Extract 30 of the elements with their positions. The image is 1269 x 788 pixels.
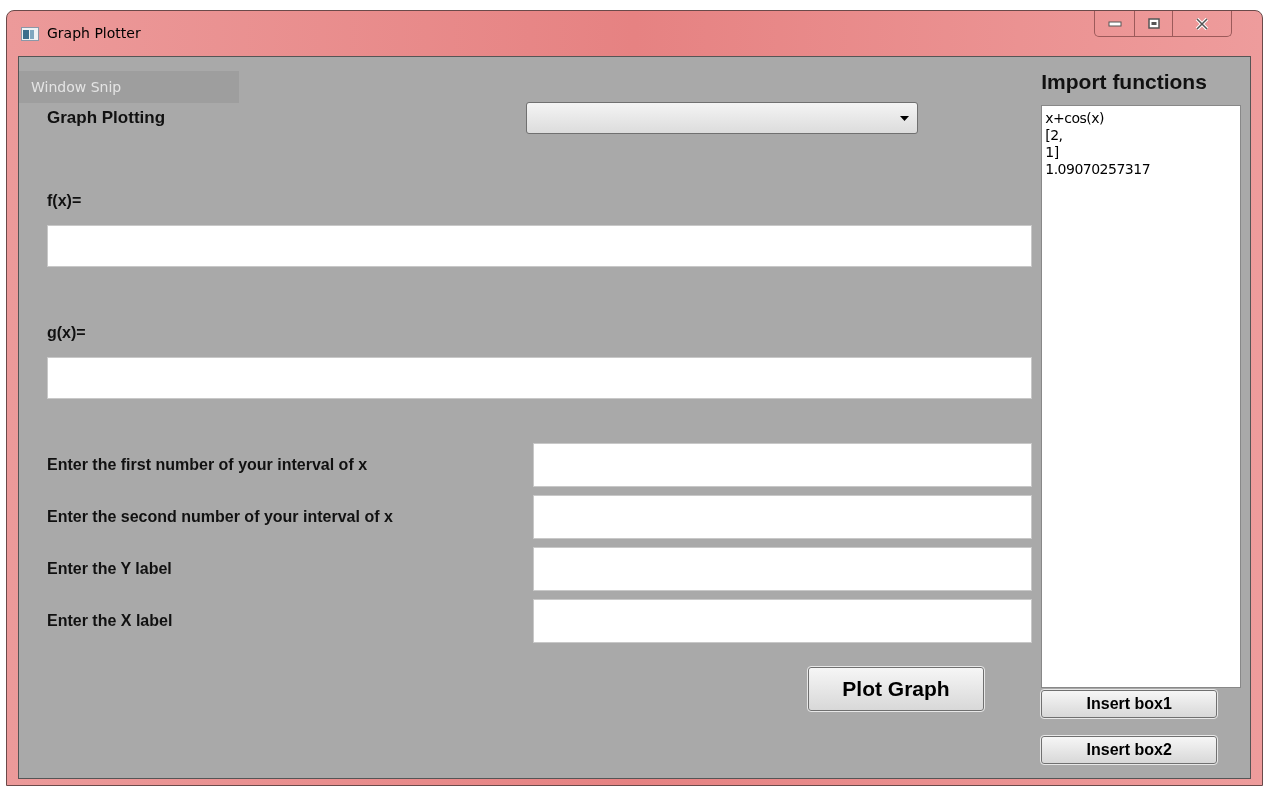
- import-text-area[interactable]: x+cos(x) [2, 1] 1.09070257317: [1041, 104, 1242, 688]
- setting-label: Enter the X label: [47, 611, 174, 631]
- text-line: x+cos(x): [1045, 109, 1105, 127]
- insert-button[interactable]: Insert box2: [1041, 735, 1218, 764]
- text-line: [2,: [1045, 126, 1064, 144]
- function-label: f(x)=: [47, 191, 83, 211]
- plot-graph-button[interactable]: Plot Graph: [808, 667, 984, 711]
- setting-input[interactable]: [533, 443, 1032, 487]
- setting-input[interactable]: [533, 599, 1032, 643]
- insert-button[interactable]: Insert box1: [1041, 689, 1218, 718]
- setting-input[interactable]: [533, 495, 1032, 539]
- text-line: 1.09070257317: [1045, 160, 1152, 178]
- window-title: Graph Plotter: [47, 24, 141, 43]
- setting-label: Enter the Y label: [47, 559, 173, 579]
- function-input[interactable]: [47, 225, 1032, 267]
- setting-input[interactable]: [533, 547, 1032, 591]
- function-input[interactable]: [47, 357, 1032, 399]
- panel-title: Import functions: [1041, 69, 1208, 95]
- caret-icon: [900, 115, 909, 121]
- overlay-label: Window Snip: [19, 71, 239, 103]
- setting-label: Enter the first number of your interval of x: [47, 455, 369, 475]
- close-icon: [1195, 17, 1209, 30]
- function-label: g(x)=: [47, 323, 87, 343]
- heading: Graph Plotting: [47, 107, 167, 130]
- dropdown[interactable]: [526, 102, 918, 134]
- setting-label: Enter the second number of your interval of x: [47, 507, 394, 527]
- minimize-icon: [1107, 20, 1122, 27]
- text-line: 1]: [1045, 143, 1060, 161]
- maximize-icon: [1147, 18, 1160, 29]
- app-icon: [21, 26, 39, 41]
